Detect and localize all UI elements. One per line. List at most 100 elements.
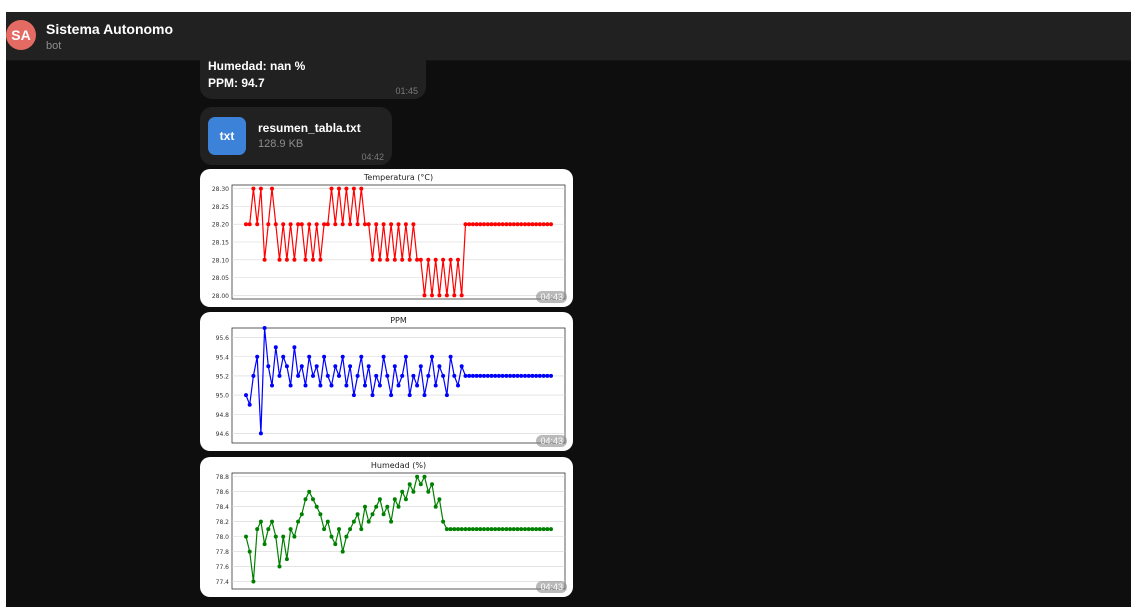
data-point bbox=[381, 512, 386, 517]
data-point bbox=[329, 534, 334, 539]
image-time: 04:43 bbox=[536, 435, 567, 447]
data-point bbox=[303, 383, 308, 388]
file-name[interactable]: resumen_tabla.txt bbox=[258, 121, 361, 135]
data-point bbox=[363, 504, 367, 509]
data-point bbox=[281, 222, 286, 227]
data-point bbox=[441, 373, 446, 378]
y-tick-label: 28.30 bbox=[212, 186, 229, 193]
data-point bbox=[303, 497, 308, 502]
data-point bbox=[452, 373, 457, 378]
data-point bbox=[359, 186, 364, 191]
data-point bbox=[333, 222, 338, 227]
data-point bbox=[459, 293, 464, 298]
data-point bbox=[504, 222, 509, 227]
readings-message[interactable]: Humedad: nan % PPM: 94.7 01:45 bbox=[200, 49, 426, 99]
data-point bbox=[437, 364, 442, 369]
chart-title: PPM bbox=[390, 316, 407, 325]
data-point bbox=[258, 186, 263, 191]
data-point bbox=[496, 222, 501, 227]
data-point bbox=[284, 557, 289, 562]
data-point bbox=[337, 527, 341, 532]
data-point bbox=[418, 257, 423, 262]
data-point bbox=[270, 519, 274, 524]
file-icon[interactable]: txt bbox=[208, 117, 246, 155]
data-point bbox=[296, 519, 301, 524]
plot-frame bbox=[231, 472, 566, 590]
data-point bbox=[448, 527, 453, 532]
data-point bbox=[363, 222, 367, 227]
data-point bbox=[463, 527, 468, 532]
data-point bbox=[426, 489, 431, 494]
data-point bbox=[411, 373, 416, 378]
data-point bbox=[318, 383, 323, 388]
data-point bbox=[537, 527, 542, 532]
data-point bbox=[396, 222, 401, 227]
y-tick-label: 95.4 bbox=[216, 354, 230, 361]
data-point bbox=[485, 222, 490, 227]
y-tick-label: 78.4 bbox=[216, 504, 230, 511]
y-tick-label: 78.6 bbox=[216, 489, 230, 496]
data-point bbox=[318, 512, 323, 517]
data-point bbox=[530, 373, 535, 378]
y-tick-label: 77.8 bbox=[216, 549, 230, 556]
data-point bbox=[374, 222, 379, 227]
data-point bbox=[296, 373, 301, 378]
data-point bbox=[359, 527, 364, 532]
temperature-chart-image[interactable]: Temperatura (°C) 28.30 28.25 28.20 28.15 28.1… bbox=[200, 169, 573, 307]
data-point bbox=[288, 383, 293, 388]
data-point bbox=[258, 431, 263, 436]
data-point bbox=[407, 257, 412, 262]
data-point bbox=[467, 373, 472, 378]
data-point bbox=[530, 527, 535, 532]
data-point bbox=[433, 504, 438, 509]
ppm-chart-image[interactable]: PPM 95.6 95.4 95.2 95.0 94.8 94.6 04:43 bbox=[200, 312, 573, 451]
data-point bbox=[463, 222, 468, 227]
data-point bbox=[262, 257, 267, 262]
data-point bbox=[400, 373, 405, 378]
data-point bbox=[322, 354, 327, 359]
data-point bbox=[508, 222, 513, 227]
data-point bbox=[389, 519, 394, 524]
data-point bbox=[344, 534, 349, 539]
data-point bbox=[359, 354, 364, 359]
data-point bbox=[415, 474, 420, 479]
humidity-chart-image[interactable]: Humedad (%) 78.8 78.6 78.4 78.2 78.0 77.8 77.6 7… bbox=[200, 457, 573, 597]
data-point bbox=[381, 222, 386, 227]
data-point bbox=[526, 373, 531, 378]
data-point bbox=[255, 354, 260, 359]
data-point bbox=[489, 373, 494, 378]
data-point bbox=[463, 373, 468, 378]
data-point bbox=[545, 222, 550, 227]
chat-header[interactable]: SA Sistema Autonomo bot bbox=[6, 12, 1131, 61]
data-point bbox=[515, 527, 520, 532]
chat-title[interactable]: Sistema Autonomo bbox=[46, 21, 173, 37]
data-point bbox=[478, 527, 483, 532]
data-point bbox=[493, 222, 498, 227]
file-message[interactable]: txt resumen_tabla.txt 128.9 KB 04:42 bbox=[200, 107, 392, 165]
data-point bbox=[281, 534, 286, 539]
data-point bbox=[348, 527, 353, 532]
data-point bbox=[508, 527, 513, 532]
data-point bbox=[489, 527, 494, 532]
data-point bbox=[244, 534, 248, 539]
data-point bbox=[452, 527, 457, 532]
data-point bbox=[444, 393, 449, 398]
data-point bbox=[426, 373, 431, 378]
chart-title: Temperatura (°C) bbox=[363, 173, 433, 182]
data-point bbox=[474, 222, 479, 227]
data-point bbox=[511, 527, 516, 532]
data-point bbox=[244, 222, 248, 227]
data-point bbox=[270, 186, 274, 191]
data-point bbox=[519, 222, 524, 227]
data-point bbox=[523, 373, 527, 378]
data-point bbox=[467, 222, 472, 227]
avatar[interactable]: SA bbox=[6, 20, 36, 50]
data-point bbox=[370, 512, 375, 517]
data-point bbox=[340, 549, 345, 554]
data-point bbox=[340, 222, 345, 227]
data-point bbox=[504, 373, 509, 378]
data-point bbox=[351, 393, 356, 398]
data-point bbox=[292, 534, 297, 539]
data-point bbox=[545, 527, 550, 532]
data-point bbox=[311, 497, 315, 502]
